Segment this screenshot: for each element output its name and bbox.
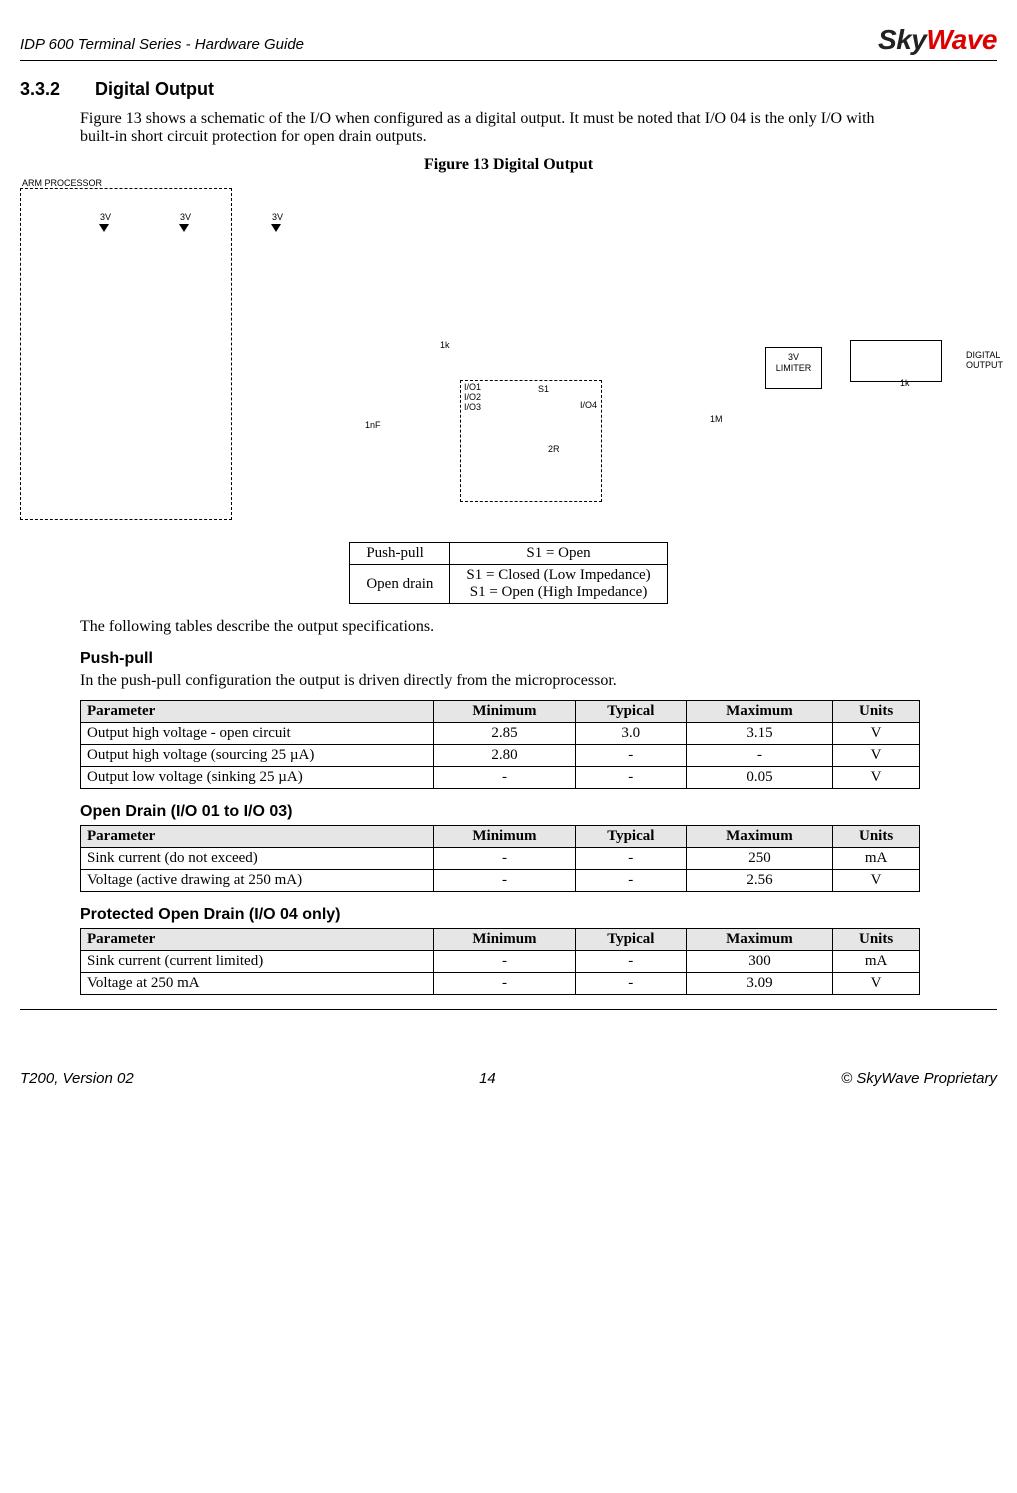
label-io3: I/O3	[464, 402, 481, 412]
label-3v-c: 3V	[272, 212, 283, 222]
output-chip	[850, 340, 942, 382]
arm-processor-box	[20, 188, 232, 520]
section-heading: 3.3.2 Digital Output	[20, 79, 997, 100]
col-units: Units	[833, 929, 920, 951]
triangle-icon	[179, 224, 189, 235]
protected-table: Parameter Minimum Typical Maximum Units …	[80, 928, 920, 995]
label-s1: S1	[538, 384, 549, 394]
col-min: Minimum	[434, 701, 576, 723]
figure-schematic: ARM PROCESSOR 3V 3V 3V 1k 1nF I/O1 I/O2 …	[20, 182, 997, 522]
opendrain-heading: Open Drain (I/O 01 to I/O 03)	[80, 803, 997, 821]
table-row: Voltage at 250 mA--3.09V	[81, 973, 920, 995]
table-row: Output low voltage (sinking 25 µA)--0.05…	[81, 767, 920, 789]
section-number: 3.3.2	[20, 79, 90, 100]
logo: SkyWave	[878, 24, 997, 56]
label-io2: I/O2	[464, 392, 481, 402]
section-intro: Figure 13 shows a schematic of the I/O w…	[80, 110, 900, 146]
footer-rule	[20, 1009, 997, 1010]
logo-part1: Sky	[878, 24, 926, 55]
footer-page-number: 14	[479, 1070, 496, 1087]
col-units: Units	[833, 701, 920, 723]
table-row: Voltage (active drawing at 250 mA)--2.56…	[81, 870, 920, 892]
logo-part2: Wave	[926, 24, 997, 55]
table-row: Output high voltage (sourcing 25 µA)2.80…	[81, 745, 920, 767]
label-1m: 1M	[710, 414, 723, 424]
page-footer: T200, Version 02 14 © SkyWave Proprietar…	[20, 1070, 997, 1087]
pushpull-desc: In the push-pull configuration the outpu…	[80, 672, 900, 690]
col-min: Minimum	[434, 929, 576, 951]
limiter-l2: LIMITER	[776, 363, 812, 373]
mode-table: Push-pull S1 = Open Open drain S1 = Clos…	[349, 542, 667, 604]
tables-intro: The following tables describe the output…	[80, 618, 900, 636]
col-typ: Typical	[575, 701, 686, 723]
pushpull-heading: Push-pull	[80, 650, 997, 668]
label-1k-a: 1k	[440, 340, 450, 350]
triangle-icon	[271, 224, 281, 235]
label-io4: I/O4	[580, 400, 597, 410]
table-row: Open drain S1 = Closed (Low Impedance) S…	[350, 565, 667, 604]
limiter-box: 3V LIMITER	[765, 347, 822, 389]
limiter-l1: 3V	[788, 352, 799, 362]
mode-cell: Push-pull	[350, 543, 450, 565]
col-units: Units	[833, 826, 920, 848]
table-row: Output high voltage - open circuit2.853.…	[81, 723, 920, 745]
col-typ: Typical	[575, 826, 686, 848]
opendrain-table: Parameter Minimum Typical Maximum Units …	[80, 825, 920, 892]
footer-left: T200, Version 02	[20, 1070, 134, 1087]
header-doc-title: IDP 600 Terminal Series - Hardware Guide	[20, 36, 304, 53]
header-rule	[20, 60, 997, 61]
switch-box	[460, 380, 602, 502]
label-digital-output: DIGITALOUTPUT	[966, 350, 1003, 370]
section-title: Digital Output	[95, 79, 214, 99]
label-3v-b: 3V	[180, 212, 191, 222]
table-row: Push-pull S1 = Open	[350, 543, 667, 565]
label-io1: I/O1	[464, 382, 481, 392]
triangle-icon	[99, 224, 109, 235]
table-row: Sink current (do not exceed)--250mA	[81, 848, 920, 870]
label-2r: 2R	[548, 444, 560, 454]
label-1nf: 1nF	[365, 420, 381, 430]
arm-processor-label: ARM PROCESSOR	[22, 178, 102, 188]
mode-cell: Open drain	[350, 565, 450, 604]
protected-heading: Protected Open Drain (I/O 04 only)	[80, 906, 997, 924]
col-min: Minimum	[434, 826, 576, 848]
col-max: Maximum	[686, 929, 833, 951]
footer-right: © SkyWave Proprietary	[841, 1070, 997, 1087]
state-cell: S1 = Open	[450, 543, 667, 565]
col-parameter: Parameter	[81, 826, 434, 848]
col-max: Maximum	[686, 826, 833, 848]
state-cell: S1 = Closed (Low Impedance) S1 = Open (H…	[450, 565, 667, 604]
col-parameter: Parameter	[81, 929, 434, 951]
figure-caption: Figure 13 Digital Output	[20, 156, 997, 174]
col-parameter: Parameter	[81, 701, 434, 723]
table-row: Sink current (current limited)--300mA	[81, 951, 920, 973]
col-max: Maximum	[686, 701, 833, 723]
col-typ: Typical	[575, 929, 686, 951]
label-3v-a: 3V	[100, 212, 111, 222]
pushpull-table: Parameter Minimum Typical Maximum Units …	[80, 700, 920, 789]
